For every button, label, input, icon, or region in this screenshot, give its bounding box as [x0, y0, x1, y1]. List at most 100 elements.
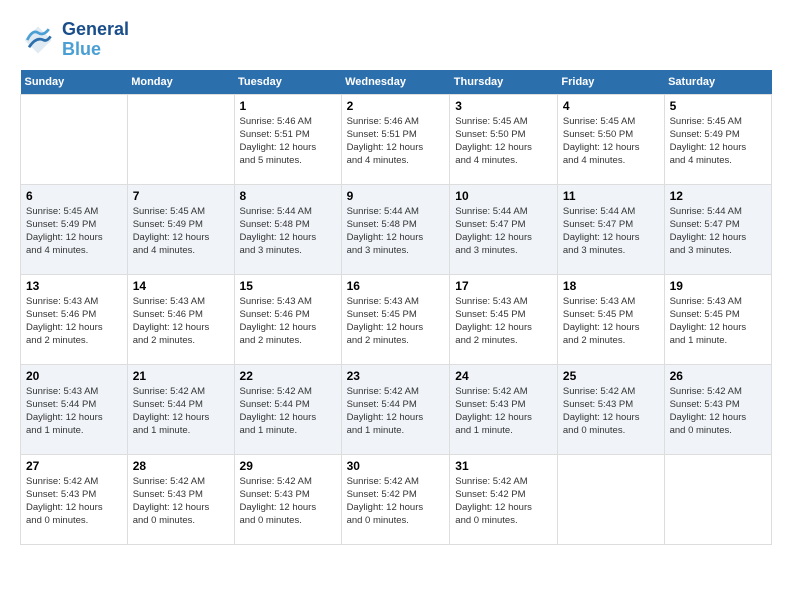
- page-header: General Blue: [20, 20, 772, 60]
- day-info: Sunrise: 5:43 AM Sunset: 5:45 PM Dayligh…: [347, 295, 445, 348]
- day-info: Sunrise: 5:42 AM Sunset: 5:44 PM Dayligh…: [347, 385, 445, 438]
- day-header-wednesday: Wednesday: [341, 70, 450, 95]
- day-header-monday: Monday: [127, 70, 234, 95]
- day-number: 28: [133, 459, 229, 473]
- day-number: 10: [455, 189, 552, 203]
- day-info: Sunrise: 5:42 AM Sunset: 5:43 PM Dayligh…: [455, 385, 552, 438]
- day-number: 29: [240, 459, 336, 473]
- day-number: 4: [563, 99, 659, 113]
- day-info: Sunrise: 5:46 AM Sunset: 5:51 PM Dayligh…: [347, 115, 445, 168]
- day-number: 25: [563, 369, 659, 383]
- day-number: 14: [133, 279, 229, 293]
- day-number: 26: [670, 369, 766, 383]
- logo-text: General Blue: [62, 20, 129, 60]
- day-number: 8: [240, 189, 336, 203]
- calendar-cell: 27 Sunrise: 5:42 AM Sunset: 5:43 PM Dayli…: [21, 454, 128, 544]
- day-info: Sunrise: 5:45 AM Sunset: 5:49 PM Dayligh…: [133, 205, 229, 258]
- day-number: 23: [347, 369, 445, 383]
- calendar-cell: [664, 454, 771, 544]
- calendar-cell: 26 Sunrise: 5:42 AM Sunset: 5:43 PM Dayli…: [664, 364, 771, 454]
- calendar-week-5: 27 Sunrise: 5:42 AM Sunset: 5:43 PM Dayli…: [21, 454, 772, 544]
- calendar-cell: 13 Sunrise: 5:43 AM Sunset: 5:46 PM Dayli…: [21, 274, 128, 364]
- calendar-cell: 23 Sunrise: 5:42 AM Sunset: 5:44 PM Dayli…: [341, 364, 450, 454]
- day-info: Sunrise: 5:44 AM Sunset: 5:48 PM Dayligh…: [347, 205, 445, 258]
- calendar-week-1: 1Sunrise: 5:46 AM Sunset: 5:51 PM Daylig…: [21, 94, 772, 184]
- day-number: 27: [26, 459, 122, 473]
- day-info: Sunrise: 5:42 AM Sunset: 5:43 PM Dayligh…: [670, 385, 766, 438]
- day-info: Sunrise: 5:44 AM Sunset: 5:47 PM Dayligh…: [563, 205, 659, 258]
- day-header-saturday: Saturday: [664, 70, 771, 95]
- calendar-cell: [127, 94, 234, 184]
- day-info: Sunrise: 5:45 AM Sunset: 5:50 PM Dayligh…: [563, 115, 659, 168]
- calendar-cell: 25 Sunrise: 5:42 AM Sunset: 5:43 PM Dayli…: [557, 364, 664, 454]
- calendar-cell: 1Sunrise: 5:46 AM Sunset: 5:51 PM Daylig…: [234, 94, 341, 184]
- calendar-cell: 14 Sunrise: 5:43 AM Sunset: 5:46 PM Dayli…: [127, 274, 234, 364]
- day-info: Sunrise: 5:43 AM Sunset: 5:46 PM Dayligh…: [26, 295, 122, 348]
- day-info: Sunrise: 5:44 AM Sunset: 5:47 PM Dayligh…: [455, 205, 552, 258]
- day-info: Sunrise: 5:43 AM Sunset: 5:45 PM Dayligh…: [455, 295, 552, 348]
- day-info: Sunrise: 5:42 AM Sunset: 5:43 PM Dayligh…: [133, 475, 229, 528]
- day-header-friday: Friday: [557, 70, 664, 95]
- day-number: 31: [455, 459, 552, 473]
- day-number: 6: [26, 189, 122, 203]
- calendar-cell: 4 Sunrise: 5:45 AM Sunset: 5:50 PM Daylig…: [557, 94, 664, 184]
- calendar-cell: 2 Sunrise: 5:46 AM Sunset: 5:51 PM Daylig…: [341, 94, 450, 184]
- day-number: 19: [670, 279, 766, 293]
- calendar-cell: 18Sunrise: 5:43 AM Sunset: 5:45 PM Dayli…: [557, 274, 664, 364]
- calendar-cell: 8 Sunrise: 5:44 AM Sunset: 5:48 PM Daylig…: [234, 184, 341, 274]
- day-number: 16: [347, 279, 445, 293]
- calendar-cell: 15Sunrise: 5:43 AM Sunset: 5:46 PM Dayli…: [234, 274, 341, 364]
- calendar-cell: 11 Sunrise: 5:44 AM Sunset: 5:47 PM Dayli…: [557, 184, 664, 274]
- day-number: 12: [670, 189, 766, 203]
- calendar-cell: [557, 454, 664, 544]
- calendar-cell: 30Sunrise: 5:42 AM Sunset: 5:42 PM Dayli…: [341, 454, 450, 544]
- calendar-cell: 16 Sunrise: 5:43 AM Sunset: 5:45 PM Dayli…: [341, 274, 450, 364]
- day-info: Sunrise: 5:43 AM Sunset: 5:46 PM Dayligh…: [133, 295, 229, 348]
- day-number: 22: [240, 369, 336, 383]
- calendar-cell: 29 Sunrise: 5:42 AM Sunset: 5:43 PM Dayli…: [234, 454, 341, 544]
- day-info: Sunrise: 5:43 AM Sunset: 5:46 PM Dayligh…: [240, 295, 336, 348]
- day-info: Sunrise: 5:42 AM Sunset: 5:43 PM Dayligh…: [240, 475, 336, 528]
- day-info: Sunrise: 5:43 AM Sunset: 5:44 PM Dayligh…: [26, 385, 122, 438]
- day-info: Sunrise: 5:45 AM Sunset: 5:49 PM Dayligh…: [670, 115, 766, 168]
- day-info: Sunrise: 5:42 AM Sunset: 5:44 PM Dayligh…: [240, 385, 336, 438]
- calendar-week-2: 6 Sunrise: 5:45 AM Sunset: 5:49 PM Daylig…: [21, 184, 772, 274]
- day-info: Sunrise: 5:43 AM Sunset: 5:45 PM Dayligh…: [670, 295, 766, 348]
- day-number: 30: [347, 459, 445, 473]
- calendar-cell: 6 Sunrise: 5:45 AM Sunset: 5:49 PM Daylig…: [21, 184, 128, 274]
- calendar-cell: 12 Sunrise: 5:44 AM Sunset: 5:47 PM Dayli…: [664, 184, 771, 274]
- calendar-cell: 24 Sunrise: 5:42 AM Sunset: 5:43 PM Dayli…: [450, 364, 558, 454]
- calendar-cell: 10 Sunrise: 5:44 AM Sunset: 5:47 PM Dayli…: [450, 184, 558, 274]
- day-number: 13: [26, 279, 122, 293]
- calendar-cell: 21 Sunrise: 5:42 AM Sunset: 5:44 PM Dayli…: [127, 364, 234, 454]
- day-info: Sunrise: 5:42 AM Sunset: 5:43 PM Dayligh…: [26, 475, 122, 528]
- day-number: 20: [26, 369, 122, 383]
- day-info: Sunrise: 5:42 AM Sunset: 5:44 PM Dayligh…: [133, 385, 229, 438]
- day-info: Sunrise: 5:42 AM Sunset: 5:43 PM Dayligh…: [563, 385, 659, 438]
- day-info: Sunrise: 5:46 AM Sunset: 5:51 PM Dayligh…: [240, 115, 336, 168]
- calendar-cell: 5 Sunrise: 5:45 AM Sunset: 5:49 PM Daylig…: [664, 94, 771, 184]
- calendar-cell: 7Sunrise: 5:45 AM Sunset: 5:49 PM Daylig…: [127, 184, 234, 274]
- day-number: 5: [670, 99, 766, 113]
- day-header-thursday: Thursday: [450, 70, 558, 95]
- logo-icon: [20, 22, 56, 58]
- day-info: Sunrise: 5:44 AM Sunset: 5:47 PM Dayligh…: [670, 205, 766, 258]
- calendar-week-4: 20 Sunrise: 5:43 AM Sunset: 5:44 PM Dayli…: [21, 364, 772, 454]
- day-info: Sunrise: 5:45 AM Sunset: 5:50 PM Dayligh…: [455, 115, 552, 168]
- calendar-table: SundayMondayTuesdayWednesdayThursdayFrid…: [20, 70, 772, 545]
- day-number: 17: [455, 279, 552, 293]
- day-number: 2: [347, 99, 445, 113]
- day-number: 21: [133, 369, 229, 383]
- calendar-cell: 19 Sunrise: 5:43 AM Sunset: 5:45 PM Dayli…: [664, 274, 771, 364]
- calendar-cell: 28 Sunrise: 5:42 AM Sunset: 5:43 PM Dayli…: [127, 454, 234, 544]
- day-number: 24: [455, 369, 552, 383]
- day-info: Sunrise: 5:45 AM Sunset: 5:49 PM Dayligh…: [26, 205, 122, 258]
- day-info: Sunrise: 5:44 AM Sunset: 5:48 PM Dayligh…: [240, 205, 336, 258]
- calendar-cell: 31 Sunrise: 5:42 AM Sunset: 5:42 PM Dayli…: [450, 454, 558, 544]
- day-info: Sunrise: 5:42 AM Sunset: 5:42 PM Dayligh…: [455, 475, 552, 528]
- day-header-tuesday: Tuesday: [234, 70, 341, 95]
- calendar-cell: 17 Sunrise: 5:43 AM Sunset: 5:45 PM Dayli…: [450, 274, 558, 364]
- day-number: 9: [347, 189, 445, 203]
- day-number: 11: [563, 189, 659, 203]
- logo: General Blue: [20, 20, 129, 60]
